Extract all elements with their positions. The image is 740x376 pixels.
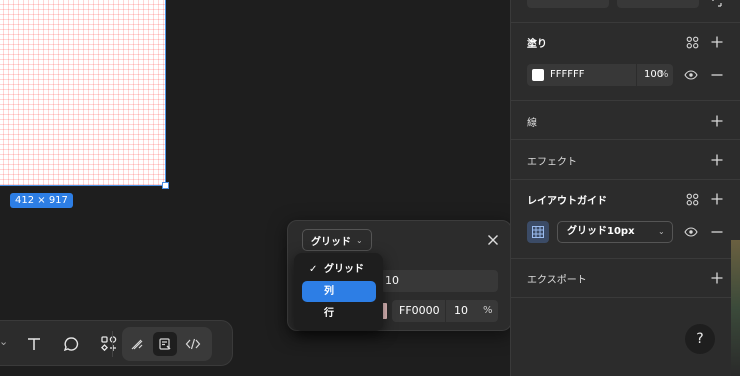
help-button[interactable]: ? — [685, 324, 715, 354]
check-icon: ✓ — [309, 264, 318, 275]
chevron-down-icon[interactable]: ⌄ — [0, 335, 8, 348]
fill-color-swatch[interactable] — [532, 69, 544, 81]
styles-icon[interactable] — [684, 191, 700, 207]
stroke-section-title: 線 — [527, 118, 537, 129]
add-effect-icon[interactable] — [709, 152, 725, 168]
add-fill-icon[interactable] — [709, 34, 725, 50]
fill-color-field[interactable]: FFFFFF 100 — [527, 64, 673, 86]
grid-color-opacity[interactable]: 10 — [454, 300, 468, 322]
percent-unit: % — [659, 69, 669, 80]
draw-mode-icon[interactable] — [125, 332, 149, 356]
properties-panel: 塗り FFFFFF 100 % 線 エフェクト レイアウトガイド グリッド10p… — [510, 0, 740, 376]
field-separator — [445, 300, 446, 322]
remove-fill-icon[interactable] — [709, 67, 725, 83]
toolbar-divider — [112, 331, 113, 357]
close-icon[interactable] — [483, 230, 503, 250]
grid-size-input[interactable]: 10 — [380, 270, 498, 292]
expand-icon[interactable] — [709, 0, 725, 10]
bottom-toolbar: ⌄ — [0, 320, 233, 366]
layout-guide-select[interactable]: グリッド10px ⌄ — [557, 221, 673, 243]
grid-color-field[interactable]: FF0000 10 % — [392, 300, 498, 322]
resize-handle[interactable] — [162, 182, 169, 189]
grid-type-menu: ✓ グリッド 列 行 — [294, 253, 383, 331]
section-divider — [511, 139, 740, 140]
frame-size-badge: 412 × 917 — [10, 193, 73, 208]
dev-mode-icon[interactable] — [181, 332, 205, 356]
fill-section-title: 塗り — [527, 39, 547, 50]
add-export-icon[interactable] — [709, 270, 725, 286]
chevron-down-icon: ⌄ — [356, 235, 363, 245]
section-divider — [511, 22, 740, 23]
menu-item-grid[interactable]: ✓ グリッド — [302, 259, 376, 280]
section-divider — [511, 100, 740, 101]
add-layout-guide-icon[interactable] — [709, 191, 725, 207]
menu-item-rows[interactable]: 行 — [302, 303, 376, 324]
effects-section-title: エフェクト — [527, 157, 577, 168]
text-tool-icon[interactable] — [21, 331, 47, 357]
background-window-edge — [731, 240, 740, 376]
add-stroke-icon[interactable] — [709, 113, 725, 129]
grid-type-label: グリッド — [311, 236, 351, 248]
styles-icon[interactable] — [684, 34, 700, 50]
layout-guide-section-title: レイアウトガイド — [527, 196, 607, 207]
grid-type-select[interactable]: グリッド ⌄ — [302, 229, 372, 251]
top-field-right[interactable] — [617, 0, 699, 8]
components-tool-icon[interactable] — [96, 331, 122, 357]
eye-icon[interactable] — [683, 224, 699, 240]
menu-item-columns[interactable]: 列 — [302, 281, 376, 302]
top-field-left[interactable] — [527, 0, 609, 8]
mode-switcher — [122, 327, 212, 361]
grid-color-hex[interactable]: FF0000 — [399, 300, 440, 322]
eye-icon[interactable] — [683, 67, 699, 83]
menu-item-label: 行 — [324, 308, 334, 319]
layout-guide-select-label: グリッド10px — [567, 226, 635, 237]
section-divider — [511, 179, 740, 180]
grid-settings-icon[interactable] — [527, 221, 549, 243]
remove-layout-guide-icon[interactable] — [709, 224, 725, 240]
field-separator — [636, 64, 637, 86]
chevron-down-icon: ⌄ — [658, 227, 665, 236]
section-divider — [511, 297, 740, 298]
comment-tool-icon[interactable] — [58, 331, 84, 357]
section-divider — [511, 258, 740, 259]
menu-item-label: グリッド — [324, 264, 364, 275]
fill-color-hex[interactable]: FFFFFF — [550, 64, 585, 86]
export-section-title: エクスポート — [527, 275, 587, 286]
artboard-frame[interactable] — [0, 0, 166, 186]
design-mode-icon[interactable] — [153, 332, 177, 356]
percent-unit: % — [483, 305, 493, 316]
menu-item-label: 列 — [324, 286, 334, 297]
